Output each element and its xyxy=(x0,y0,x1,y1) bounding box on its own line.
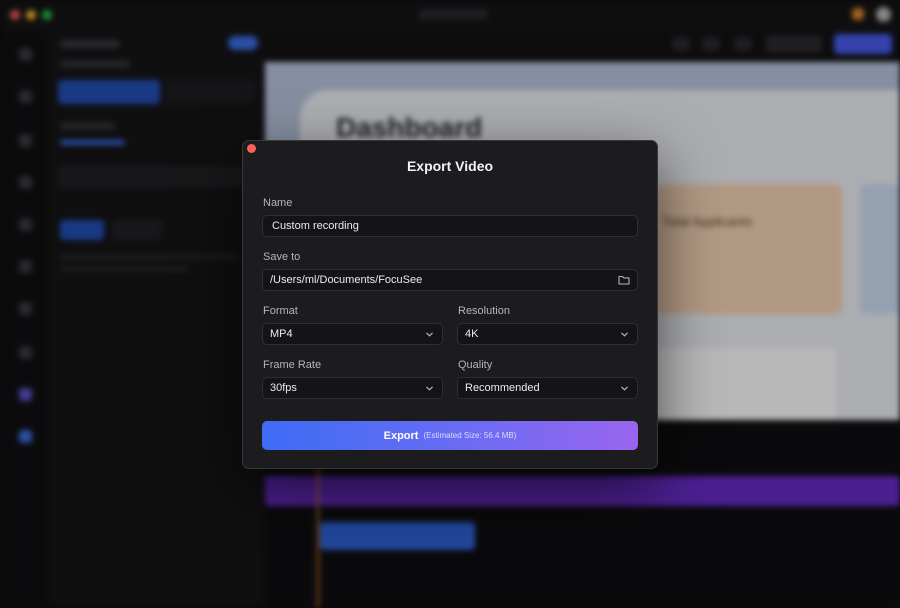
save-path-field[interactable]: /Users/ml/Documents/FocuSee xyxy=(262,269,638,291)
folder-icon[interactable] xyxy=(617,273,631,287)
name-label: Name xyxy=(263,197,293,209)
name-input-wrapper[interactable] xyxy=(262,215,638,237)
resolution-value: 4K xyxy=(465,328,479,340)
frame-rate-label: Frame Rate xyxy=(263,359,322,371)
frame-rate-select[interactable]: 30fps xyxy=(262,377,443,399)
name-input[interactable] xyxy=(272,216,637,236)
quality-label: Quality xyxy=(458,359,493,371)
export-dialog: Export Video Name Save to /Users/ml/Docu… xyxy=(242,140,658,469)
format-select[interactable]: MP4 xyxy=(262,323,443,345)
dialog-title: Export Video xyxy=(406,158,494,174)
estimated-size: (Estimated Size: 56.4 MB) xyxy=(423,431,517,440)
quality-value: Recommended xyxy=(465,382,540,394)
quality-select[interactable]: Recommended xyxy=(457,377,638,399)
export-button-label: Export xyxy=(383,429,419,442)
format-label: Format xyxy=(263,305,298,317)
chevron-down-icon xyxy=(621,386,628,391)
save-to-label: Save to xyxy=(263,251,301,263)
resolution-select[interactable]: 4K xyxy=(457,323,638,345)
chevron-down-icon xyxy=(621,332,628,337)
chevron-down-icon xyxy=(426,386,433,391)
format-value: MP4 xyxy=(270,328,293,340)
frame-rate-value: 30fps xyxy=(270,382,297,394)
close-icon[interactable] xyxy=(247,144,256,153)
save-path: /Users/ml/Documents/FocuSee xyxy=(270,274,423,286)
chevron-down-icon xyxy=(426,332,433,337)
export-button[interactable]: Export (Estimated Size: 56.4 MB) xyxy=(262,421,638,450)
resolution-label: Resolution xyxy=(458,305,510,317)
